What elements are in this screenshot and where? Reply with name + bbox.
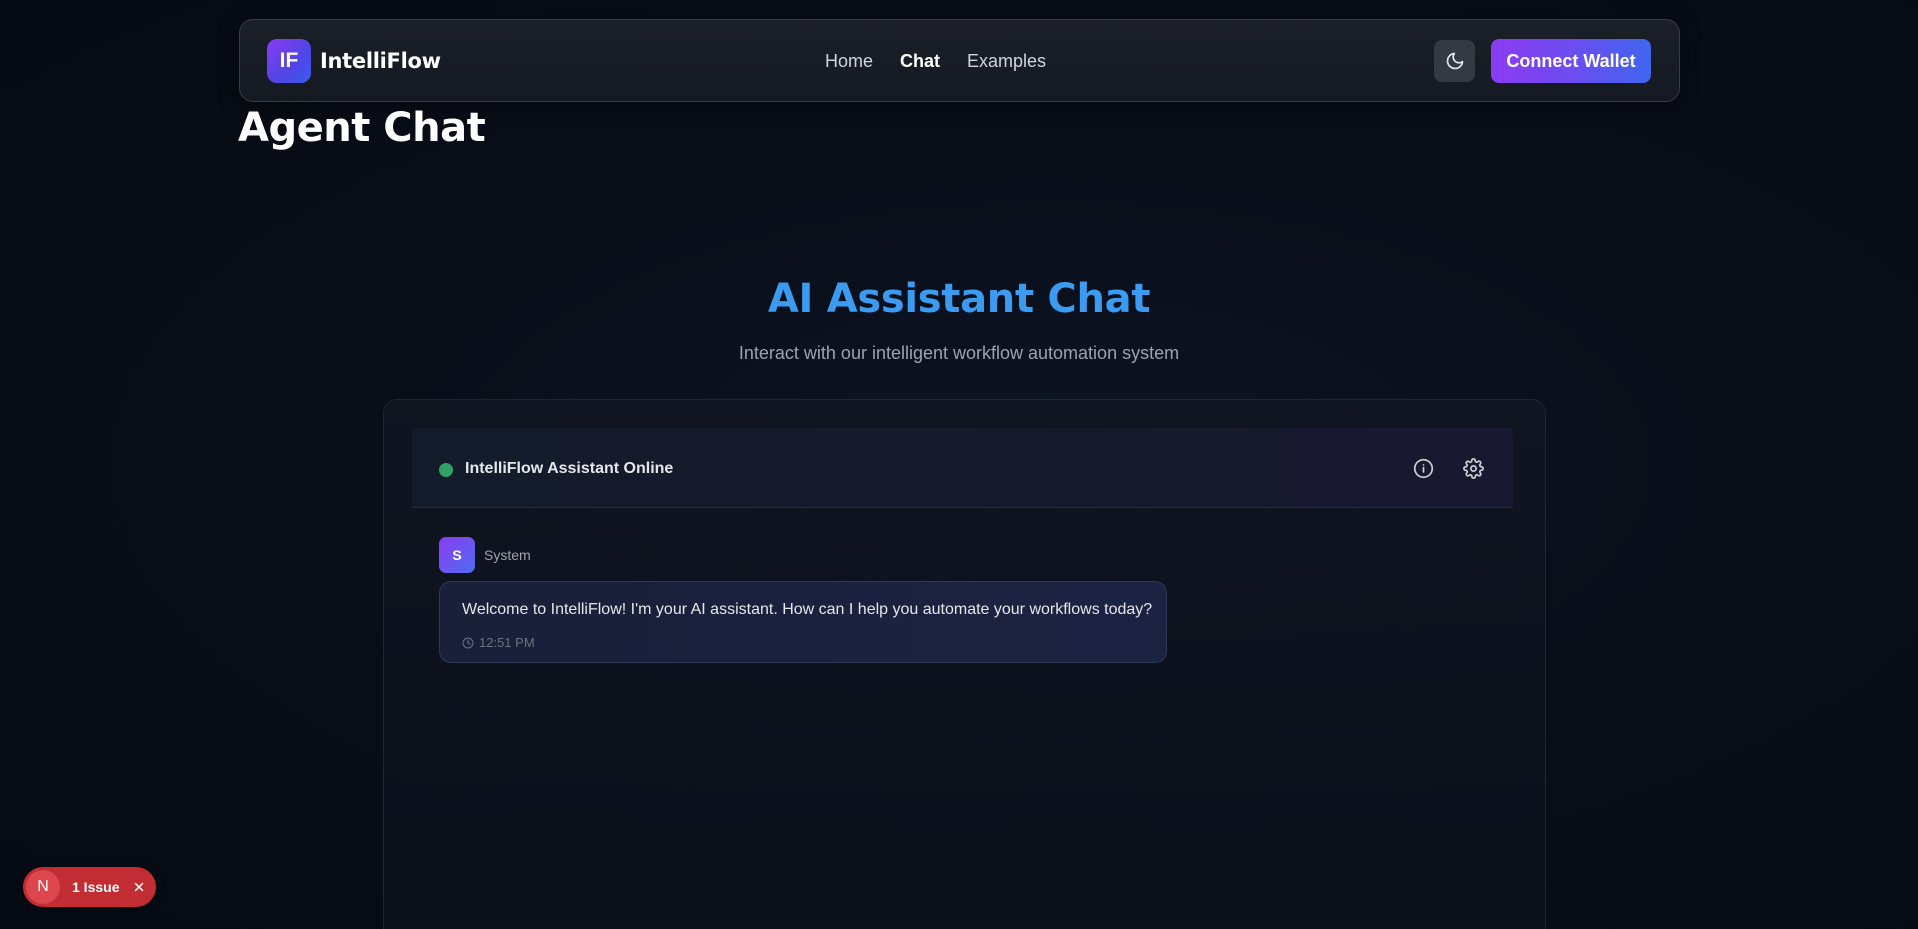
- brand[interactable]: IF IntelliFlow: [267, 39, 441, 83]
- message-sender: System: [484, 547, 531, 563]
- theme-toggle-button[interactable]: [1434, 40, 1475, 82]
- assistant-status: IntelliFlow Assistant Online: [465, 460, 674, 477]
- brand-logo: IF: [267, 39, 311, 83]
- issue-count: 1 Issue: [72, 879, 120, 895]
- page-title: Agent Chat: [238, 105, 486, 151]
- online-status-dot: [439, 463, 453, 477]
- nav-link-examples[interactable]: Examples: [967, 51, 1046, 72]
- info-button[interactable]: [1410, 455, 1436, 481]
- gear-icon: [1462, 457, 1484, 479]
- hero-title: AI Assistant Chat: [767, 276, 1151, 322]
- hero-subtitle: Interact with our intelligent workflow a…: [738, 343, 1180, 363]
- close-icon[interactable]: [131, 879, 147, 895]
- chat-panel: IntelliFlow Assistant Online S System We…: [383, 399, 1546, 929]
- clock-icon: [462, 637, 474, 648]
- nav-link-chat[interactable]: Chat: [900, 51, 940, 72]
- message-time: 12:51 PM: [479, 635, 535, 650]
- nav-link-home[interactable]: Home: [825, 51, 873, 72]
- nav-links: Home Chat Examples: [825, 20, 1046, 103]
- message-bubble: Welcome to IntelliFlow! I'm your AI assi…: [439, 581, 1167, 663]
- moon-icon: [1446, 52, 1463, 70]
- next-logo-icon: N: [26, 870, 60, 904]
- issues-badge[interactable]: N 1 Issue: [23, 867, 156, 907]
- top-navbar: IF IntelliFlow Home Chat Examples Connec…: [239, 19, 1680, 102]
- message-text: Welcome to IntelliFlow! I'm your AI assi…: [462, 601, 1153, 618]
- message-timestamp: 12:51 PM: [462, 635, 535, 650]
- chat-header: IntelliFlow Assistant Online: [412, 428, 1513, 508]
- info-icon: [1413, 458, 1433, 478]
- avatar: S: [439, 537, 475, 573]
- brand-name: IntelliFlow: [320, 49, 441, 73]
- settings-button[interactable]: [1460, 455, 1486, 481]
- connect-wallet-button[interactable]: Connect Wallet: [1491, 39, 1651, 83]
